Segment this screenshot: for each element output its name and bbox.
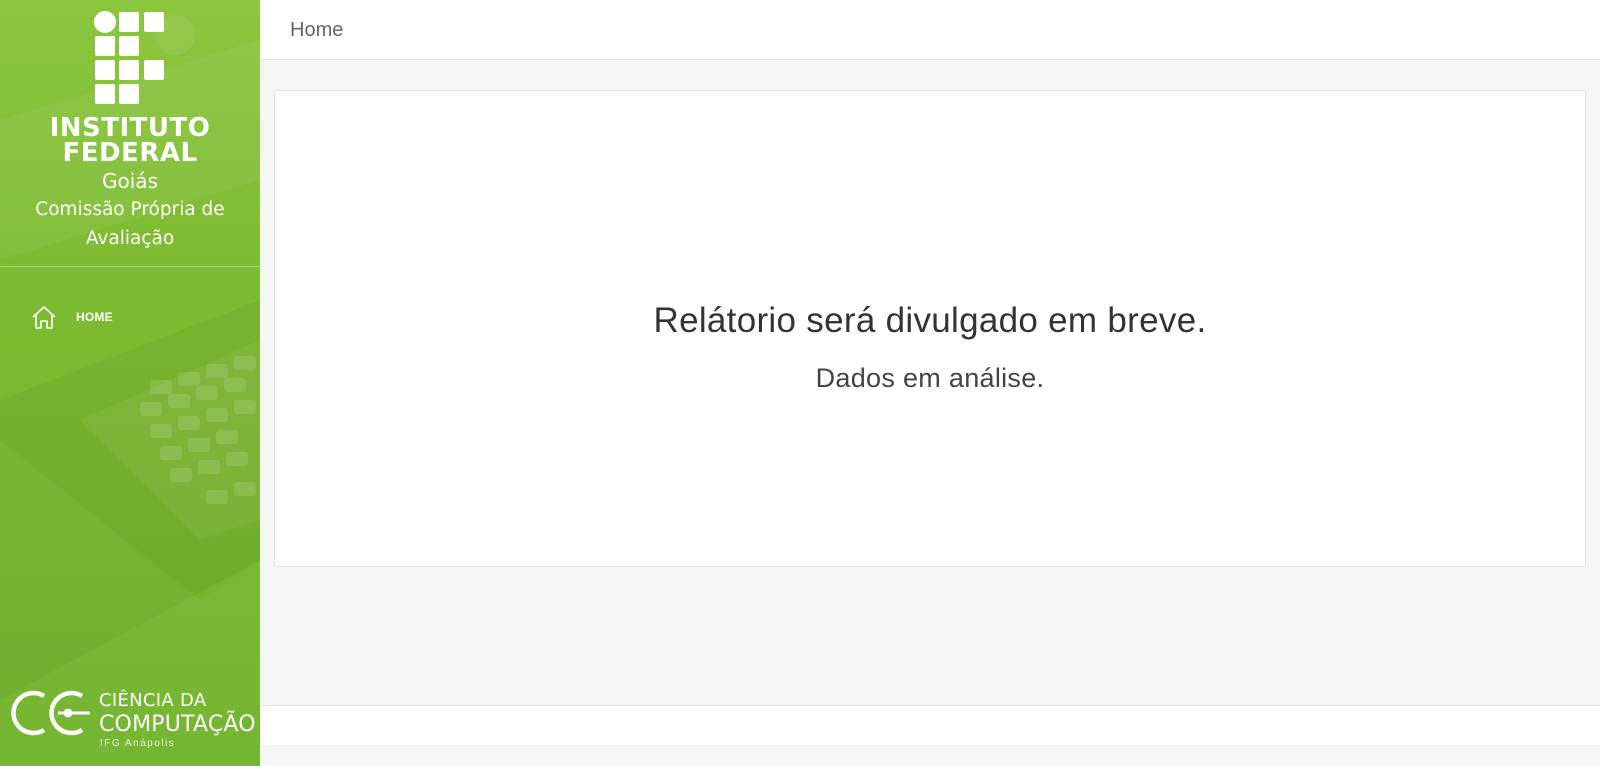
cc-logo-line3: IFG Anápolis (100, 738, 176, 749)
page-title: Relátorio será divulgado em breve. (653, 301, 1207, 340)
campus-name: Goiás (102, 169, 158, 193)
sidebar-divider (0, 266, 260, 267)
sidebar-item-home[interactable]: HOME (30, 302, 113, 332)
page-subtitle: Dados em análise. (815, 363, 1045, 393)
institution-logo: INSTITUTO FEDERAL Goiás Comissão Própria… (0, 0, 260, 266)
top-bar: Home (260, 0, 1600, 60)
if-logo-icon (94, 11, 166, 107)
cc-logo-icon (11, 690, 90, 736)
home-icon (30, 303, 58, 331)
commission-name: Comissão Própria de Avaliação (35, 199, 225, 249)
sidebar-item-label: HOME (76, 310, 113, 324)
cc-logo-line2: COMPUTAÇÃO (99, 712, 256, 737)
computer-science-logo: CIÊNCIA DA COMPUTAÇÃO IFG Anápolis (10, 686, 256, 752)
cc-logo-line1: CIÊNCIA DA (99, 690, 207, 711)
content-card: Relátorio será divulgado em breve. Dados… (274, 90, 1586, 567)
breadcrumb[interactable]: Home (290, 19, 343, 42)
sidebar: INSTITUTO FEDERAL Goiás Comissão Própria… (0, 0, 260, 766)
page-footer (260, 705, 1600, 745)
institution-name-line2: FEDERAL (62, 138, 198, 168)
institution-name: INSTITUTO FEDERAL (0, 115, 260, 168)
